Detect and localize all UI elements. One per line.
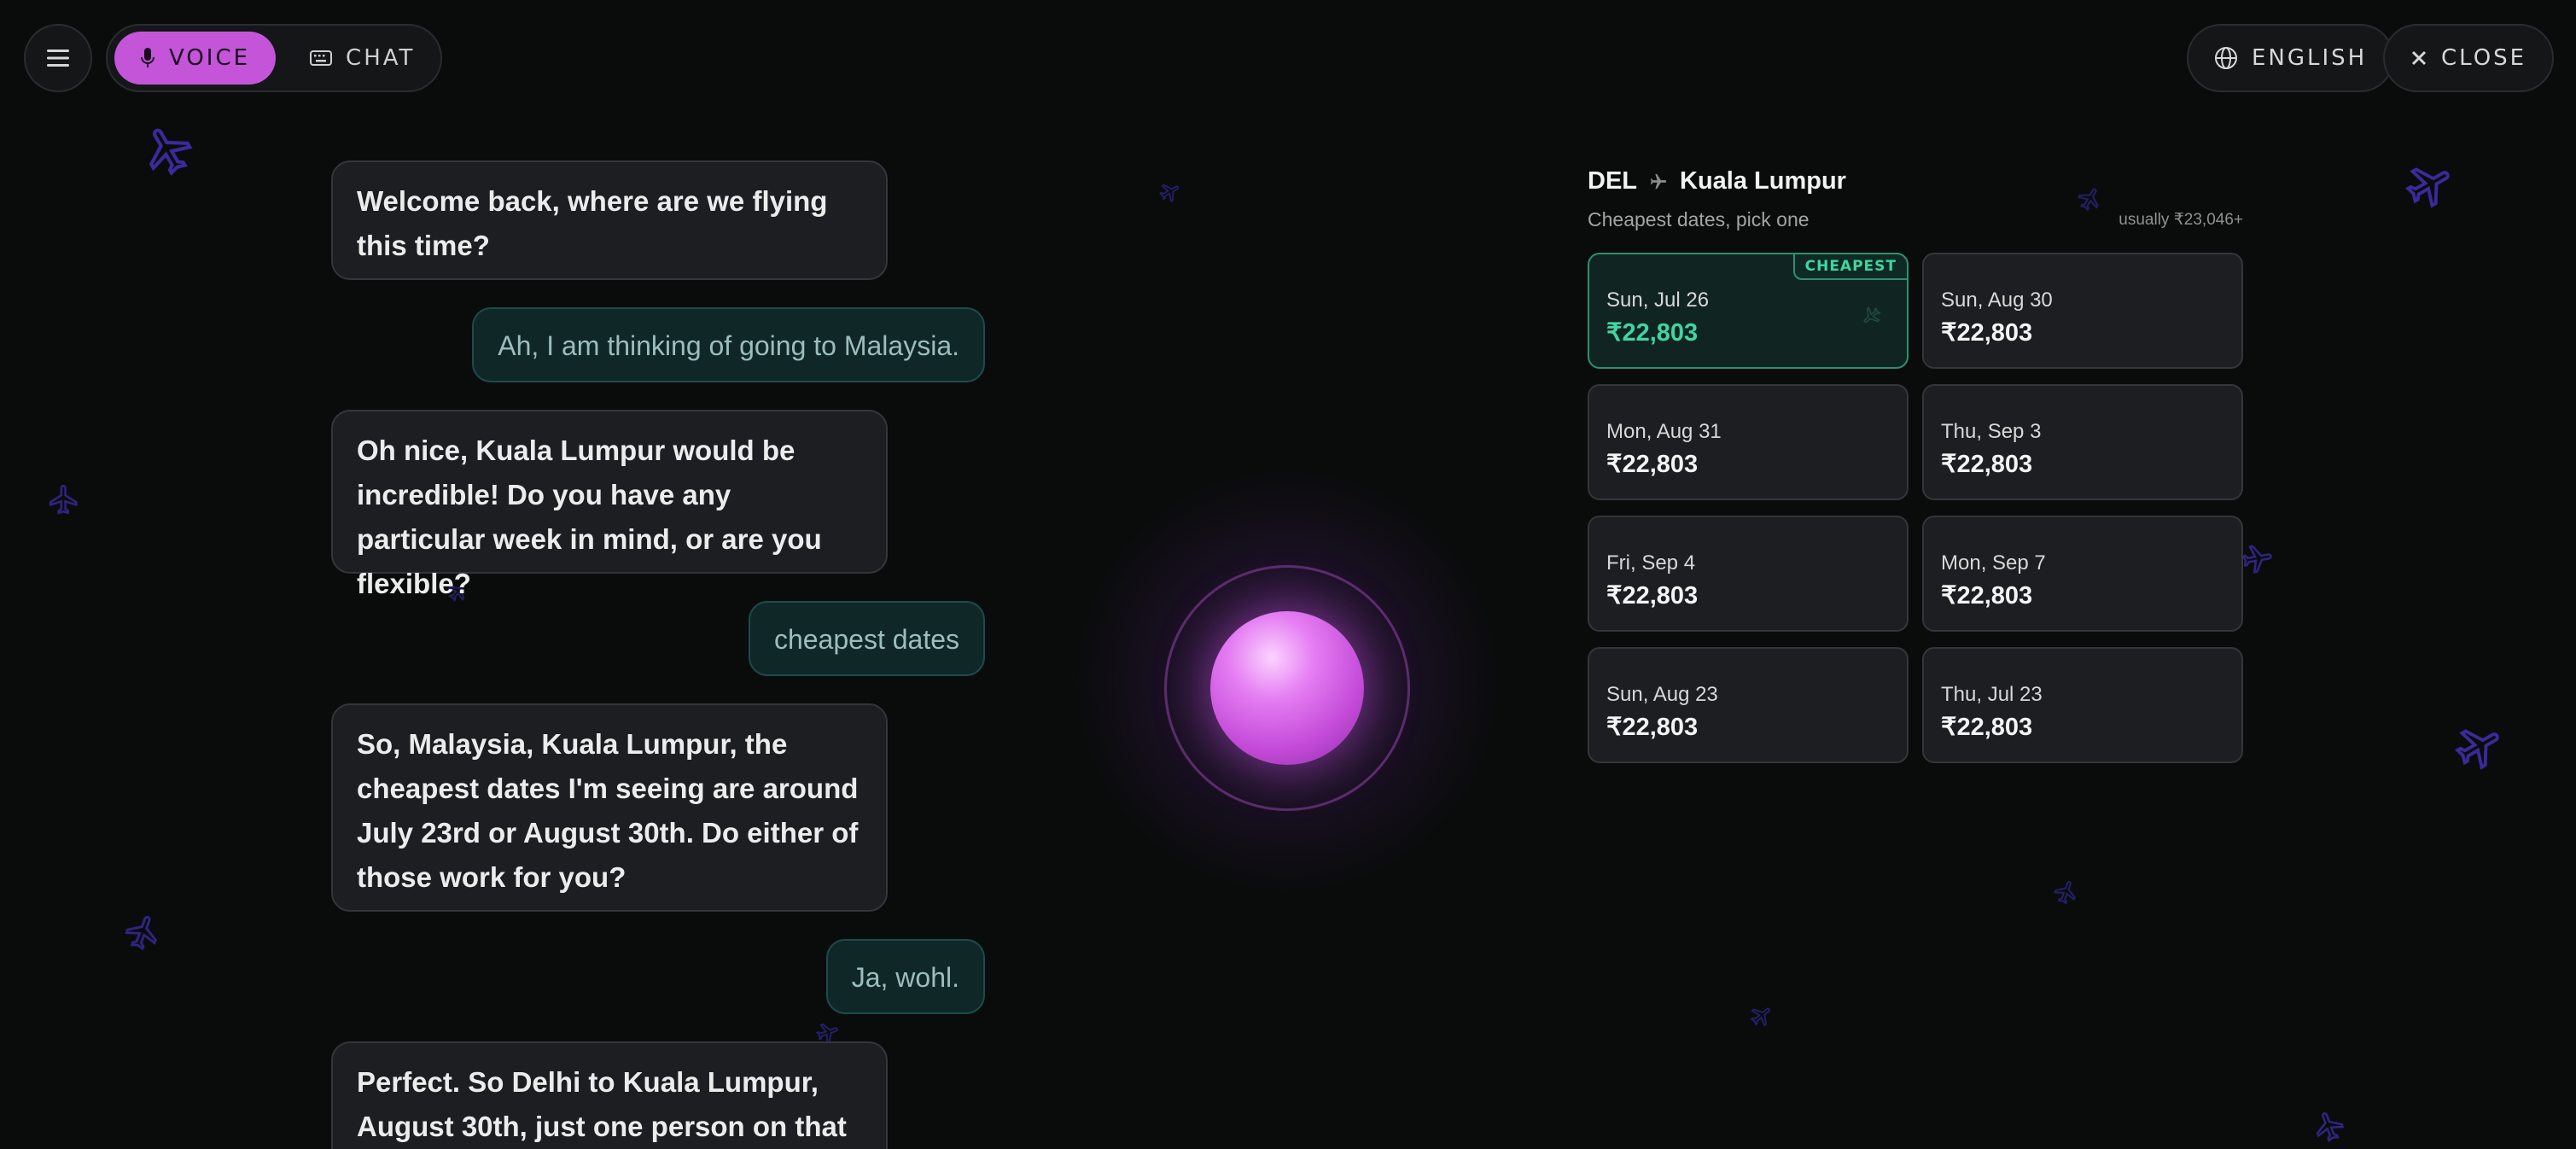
price-label: ₹22,803 <box>1606 319 1699 347</box>
plane-icon <box>2455 729 2499 770</box>
plane-icon <box>1750 1007 1770 1027</box>
plane-icon <box>125 915 157 951</box>
chat-mode-label: CHAT <box>346 45 416 71</box>
price-label: ₹22,803 <box>1606 451 1699 478</box>
plane-icon <box>149 128 193 176</box>
date-option-card[interactable]: Sun, Aug 23 ₹22,803 <box>1588 647 1909 763</box>
destination-name: Kuala Lumpur <box>1680 167 1846 195</box>
plane-icon <box>2316 1112 2345 1142</box>
date-label: Mon, Sep 7 <box>1941 551 2046 574</box>
origin-code: DEL <box>1588 167 1637 195</box>
assistant-message: Welcome back, where are we flying this t… <box>331 160 888 280</box>
price-label: ₹22,803 <box>1941 319 2033 347</box>
date-label: Sun, Jul 26 <box>1606 289 1710 312</box>
date-option-card[interactable]: Mon, Sep 7 ₹22,803 <box>1922 516 2243 632</box>
assistant-message: Oh nice, Kuala Lumpur would be incredibl… <box>331 410 888 599</box>
plane-icon <box>1650 173 1667 189</box>
language-label: ENGLISH <box>2252 45 2368 71</box>
price-label: ₹22,803 <box>1941 714 2033 741</box>
plane-icon <box>2241 545 2272 574</box>
user-message: Ja, wohl. <box>825 939 985 1014</box>
plane-icon <box>2078 188 2099 212</box>
plane-icon <box>49 484 78 515</box>
assistant-message: So, Malaysia, Kuala Lumpur, the cheapest… <box>331 703 888 912</box>
plane-icon <box>1159 184 1180 202</box>
close-button[interactable]: CLOSE <box>2383 24 2555 92</box>
voice-mode-button[interactable]: VOICE <box>114 32 277 85</box>
price-label: ₹22,803 <box>1941 582 2033 609</box>
language-button[interactable]: ENGLISH <box>2187 24 2395 92</box>
keyboard-icon <box>310 50 333 66</box>
date-label: Fri, Sep 4 <box>1606 551 1696 574</box>
usual-price-note: usually ₹23,046+ <box>2118 211 2243 229</box>
date-label: Sun, Aug 23 <box>1606 683 1718 706</box>
date-option-card[interactable]: Thu, Sep 3 ₹22,803 <box>1922 384 2243 500</box>
date-label: Thu, Jul 23 <box>1941 683 2043 706</box>
assistant-message: Perfect. So Delhi to Kuala Lumpur, Augus… <box>331 1041 888 1149</box>
voice-assistant-screen: VOICE CHAT ENGLISH CLOSE Welcome back, w… <box>0 0 2576 1149</box>
date-option-card[interactable]: CHEAPEST Sun, Jul 26 ₹22,803 <box>1588 253 1909 369</box>
menu-button[interactable] <box>24 24 92 92</box>
mode-toggle: VOICE CHAT <box>106 24 442 92</box>
cheapest-badge: CHEAPEST <box>1792 253 1909 280</box>
user-message: cheapest dates <box>748 601 985 676</box>
price-label: ₹22,803 <box>1606 714 1699 741</box>
date-option-card[interactable]: Fri, Sep 4 ₹22,803 <box>1588 516 1909 632</box>
date-option-card[interactable]: Thu, Jul 23 ₹22,803 <box>1922 647 2243 763</box>
date-option-card[interactable]: Mon, Aug 31 ₹22,803 <box>1588 384 1909 500</box>
plane-icon <box>2054 880 2076 905</box>
date-options-grid: CHEAPEST Sun, Jul 26 ₹22,803 Sun, Aug 30… <box>1588 253 2243 763</box>
globe-icon <box>2215 47 2237 69</box>
voice-mode-label: VOICE <box>169 45 251 71</box>
chat-mode-button[interactable]: CHAT <box>284 32 440 85</box>
price-label: ₹22,803 <box>1941 451 2033 478</box>
user-message: Ah, I am thinking of going to Malaysia. <box>472 307 985 382</box>
price-label: ₹22,803 <box>1606 582 1699 609</box>
voice-orb[interactable] <box>1210 611 1364 765</box>
date-label: Mon, Aug 31 <box>1606 420 1722 443</box>
microphone-icon <box>141 48 154 67</box>
date-label: Thu, Sep 3 <box>1941 420 2042 443</box>
close-label: CLOSE <box>2441 45 2527 71</box>
date-label: Sun, Aug 30 <box>1941 289 2053 312</box>
hamburger-icon <box>47 50 69 67</box>
close-icon <box>2411 50 2427 66</box>
dates-subtitle: Cheapest dates, pick one <box>1588 208 1810 230</box>
route-title: DEL Kuala Lumpur <box>1588 167 1846 195</box>
plane-icon <box>1863 306 1881 324</box>
plane-icon <box>2405 167 2450 208</box>
date-option-card[interactable]: Sun, Aug 30 ₹22,803 <box>1922 253 2243 369</box>
